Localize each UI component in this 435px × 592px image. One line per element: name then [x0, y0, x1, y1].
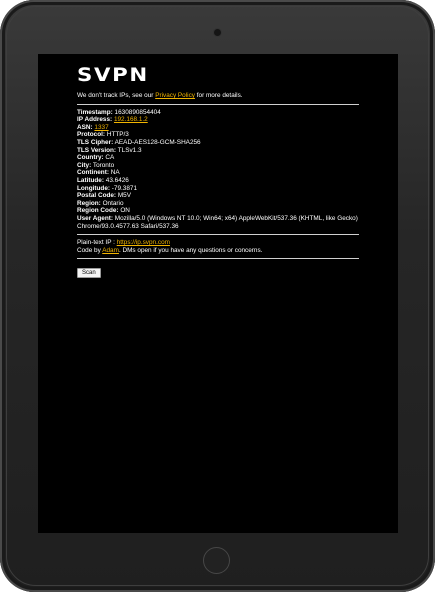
scan-button[interactable]: Scan — [77, 268, 101, 279]
city-label: City: — [77, 161, 92, 169]
credits-line: Code by Adam. DMs open if you have any q… — [77, 247, 359, 255]
info-timestamp: Timestamp: 1630890854404 — [77, 109, 359, 117]
credits-prefix: Code by — [77, 246, 103, 254]
privacy-policy-link[interactable]: Privacy Policy — [155, 92, 195, 99]
divider-top — [77, 103, 359, 105]
postal-value: M5V — [117, 192, 131, 200]
camera-icon — [214, 29, 221, 36]
protocol-value: HTTP/3 — [106, 131, 129, 139]
screen: SVPN We don't track IPs, see our Privacy… — [38, 54, 398, 533]
region-value: Ontario — [102, 199, 124, 207]
timestamp-label: Timestamp: — [77, 108, 113, 116]
info-region-code: Region Code: ON — [77, 207, 359, 215]
timestamp-value: 1630890854404 — [114, 108, 161, 116]
region-code-value: ON — [120, 207, 130, 215]
country-value: CA — [105, 154, 115, 162]
postal-label: Postal Code: — [77, 192, 117, 200]
ip-link[interactable]: 192.168.1.2 — [114, 116, 148, 123]
divider-bottom — [77, 258, 359, 260]
ip-label: IP Address: — [77, 116, 113, 124]
tablet-frame: SVPN We don't track IPs, see our Privacy… — [0, 0, 435, 592]
info-asn: ASN: 1337 — [77, 124, 359, 132]
divider-middle — [77, 234, 359, 236]
region-code-label: Region Code: — [77, 207, 119, 215]
asn-link[interactable]: 1337 — [94, 124, 108, 131]
info-postal: Postal Code: M5V — [77, 192, 359, 200]
tls-label: TLS Version: — [77, 146, 117, 154]
cipher-value: AEAD-AES128-GCM-SHA256 — [114, 138, 201, 146]
privacy-notice: We don't track IPs, see our Privacy Poli… — [77, 92, 359, 100]
info-latitude: Latitude: 43.6426 — [77, 177, 359, 185]
continent-label: Continent: — [77, 169, 109, 177]
credits-suffix: . DMs open if you have any questions or … — [118, 246, 263, 254]
page-content: SVPN We don't track IPs, see our Privacy… — [77, 64, 359, 279]
plain-text-ip-line: Plain-text IP : https://ip.svpn.com — [77, 239, 359, 247]
latitude-value: 43.6426 — [105, 176, 129, 184]
info-region: Region: Ontario — [77, 200, 359, 208]
longitude-value: -79.3871 — [111, 184, 138, 192]
author-link[interactable]: Adam — [102, 247, 119, 254]
info-continent: Continent: NA — [77, 169, 359, 177]
longitude-label: Longitude: — [77, 184, 111, 192]
cipher-label: TLS Cipher: — [77, 138, 114, 146]
user-agent-label: User Agent: — [77, 214, 113, 222]
info-user-agent: User Agent: Mozilla/5.0 (Windows NT 10.0… — [77, 215, 359, 230]
latitude-label: Latitude: — [77, 176, 104, 184]
country-label: Country: — [77, 154, 104, 162]
info-cipher: TLS Cipher: AEAD-AES128-GCM-SHA256 — [77, 139, 359, 147]
info-country: Country: CA — [77, 154, 359, 162]
info-city: City: Toronto — [77, 162, 359, 170]
region-label: Region: — [77, 199, 101, 207]
info-protocol: Protocol: HTTP/3 — [77, 131, 359, 139]
asn-label: ASN: — [77, 123, 93, 131]
info-ip: IP Address: 192.168.1.2 — [77, 116, 359, 124]
info-longitude: Longitude: -79.3871 — [77, 185, 359, 193]
continent-value: NA — [110, 169, 120, 177]
plain-text-ip-link[interactable]: https://ip.svpn.com — [117, 239, 170, 246]
privacy-notice-prefix: We don't track IPs, see our — [77, 92, 156, 99]
plain-text-ip-label: Plain-text IP : — [77, 239, 117, 247]
info-tls: TLS Version: TLSv1.3 — [77, 147, 359, 155]
svpn-logo: SVPN — [77, 64, 149, 86]
user-agent-value: Mozilla/5.0 (Windows NT 10.0; Win64; x64… — [77, 214, 358, 230]
protocol-label: Protocol: — [77, 131, 106, 139]
city-value: Toronto — [92, 161, 115, 169]
privacy-notice-suffix: for more details. — [194, 92, 243, 99]
tls-value: TLSv1.3 — [117, 146, 142, 154]
home-button[interactable] — [203, 547, 230, 574]
